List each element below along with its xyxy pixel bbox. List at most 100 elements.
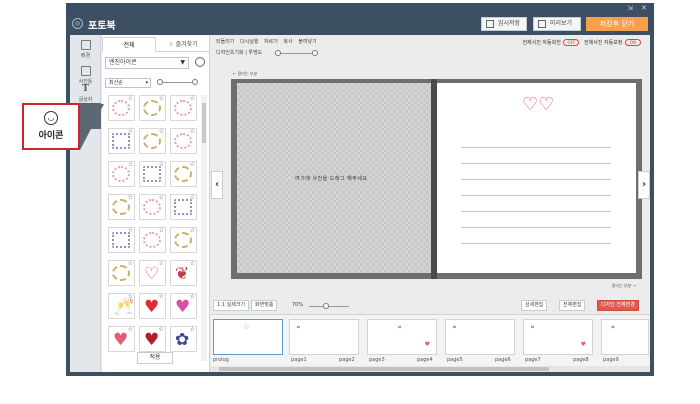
icon-cell[interactable]: ☆ [139, 227, 166, 253]
icon-cell[interactable]: ☆ 🥂 [108, 293, 135, 319]
apply-button[interactable]: 적용 [137, 352, 173, 364]
thumbnail-page9[interactable]: ⌗ [601, 319, 649, 355]
paste-button[interactable]: 붙여넣기 [298, 39, 316, 45]
icon-cell[interactable]: ☆ [108, 95, 135, 121]
heart-icon: ♥ [144, 297, 160, 317]
icon-cell[interactable]: ☆ [139, 194, 166, 220]
scroll-thumb[interactable] [219, 367, 549, 371]
icon-cell[interactable]: ☆ ♥ [108, 326, 135, 352]
icon-cell[interactable]: ☆ ♥ [139, 326, 166, 352]
star-icon[interactable]: ☆ [159, 260, 164, 267]
star-icon[interactable]: ☆ [128, 260, 133, 267]
save-close-button[interactable]: 저장후 닫기 [586, 17, 648, 31]
opacity-slider[interactable] [275, 50, 318, 56]
star-icon[interactable]: ☆ [159, 128, 164, 135]
redo-button[interactable]: 다시실행 [240, 39, 258, 45]
next-page-button[interactable]: › [638, 171, 650, 199]
icon-cell[interactable]: ☆ [108, 227, 135, 253]
icon-cell[interactable]: ☆ ♥ [139, 293, 166, 319]
icon-cell[interactable]: ☆ [139, 95, 166, 121]
icon-cell[interactable]: ☆ [170, 227, 197, 253]
star-icon[interactable]: ☆ [190, 128, 195, 135]
refresh-icon[interactable] [195, 57, 205, 67]
icon-cell[interactable]: ☆ ❦ [170, 260, 197, 286]
thumbnail-size-slider[interactable] [157, 79, 198, 85]
undo-button[interactable]: 되돌리기 [216, 39, 234, 45]
preview-button[interactable]: 미리보기 [533, 17, 581, 31]
fit-screen-button[interactable]: 화면맞춤 [251, 300, 278, 311]
zoom-slider[interactable] [309, 303, 349, 309]
icon-cell[interactable]: ☆ [108, 128, 135, 154]
tab-all[interactable]: 전체 [102, 37, 156, 52]
thumbnail-page1-2[interactable]: ⌗ [289, 319, 359, 355]
star-icon[interactable]: ☆ [190, 161, 195, 168]
floral-frame-icon [174, 133, 192, 149]
auto-correct-toggle[interactable]: ON [625, 39, 641, 46]
icon-cell[interactable]: ☆ [139, 128, 166, 154]
copy-button[interactable]: 복사 [283, 39, 292, 45]
auto-rotate-toggle[interactable]: OFF [563, 39, 580, 46]
star-icon[interactable]: ☆ [190, 227, 195, 234]
actual-size-button[interactable]: 1:1 실제크기 [213, 300, 250, 311]
rail-item-background[interactable]: 배경 [70, 37, 101, 63]
tab-favorites-label: 즐겨찾기 [175, 41, 198, 48]
panel-scrollbar[interactable] [201, 95, 207, 361]
star-icon[interactable]: ☆ [159, 95, 164, 102]
slider-knob[interactable] [275, 50, 281, 56]
star-icon[interactable]: ☆ [190, 95, 195, 102]
left-page[interactable]: 여기에 사진을 드래그 해주세요 [237, 83, 431, 273]
temp-save-button[interactable]: 임시저장 [481, 17, 527, 31]
thumbnail-scrollbar[interactable] [211, 366, 650, 372]
star-icon[interactable]: ☆ [128, 326, 133, 333]
floral-frame-icon [143, 232, 161, 248]
zoom-level: 70% [292, 302, 304, 308]
slider-knob[interactable] [323, 303, 329, 309]
right-page[interactable]: ♡♡ [437, 83, 636, 273]
detail-edit-button[interactable]: 상세편집 [521, 300, 548, 311]
icon-cell[interactable]: ☆ [170, 194, 197, 220]
icon-cell[interactable]: ☆ [139, 161, 166, 187]
floral-frame-icon [143, 199, 161, 215]
all-edit-button[interactable]: 전체편집 [559, 300, 586, 311]
icon-cell[interactable]: ☆ [108, 161, 135, 187]
sort-value: 최신순 [109, 80, 123, 86]
icon-cell[interactable]: ☆ [170, 95, 197, 121]
floral-frame-icon [174, 232, 192, 248]
scroll-thumb[interactable] [202, 103, 206, 143]
thumbnail-prolog[interactable]: ♡ [213, 319, 283, 355]
cut-button[interactable]: 자르기 [264, 39, 278, 45]
title-bar: ◎ 포토북 임시저장 미리보기 저장후 닫기 [66, 13, 654, 35]
window-controls[interactable]: ⇲ ✕ [627, 4, 650, 12]
icon-cell[interactable]: ☆ ✿ [170, 326, 197, 352]
star-icon[interactable]: ☆ [190, 326, 195, 333]
thumbnail-page3-4[interactable]: ⌗ ♥ [367, 319, 437, 355]
star-icon[interactable]: ☆ [190, 293, 195, 300]
tab-favorites[interactable]: ☆ 즐겨찾기 [156, 37, 210, 52]
star-icon[interactable]: ☆ [159, 194, 164, 201]
star-icon[interactable]: ☆ [159, 227, 164, 234]
prev-page-button[interactable]: ‹ [211, 171, 223, 199]
star-icon[interactable]: ☆ [128, 95, 133, 102]
star-icon[interactable]: ☆ [190, 260, 195, 267]
slider-knob[interactable] [157, 79, 163, 85]
sort-select[interactable]: 최신순 ▾ [105, 78, 151, 88]
star-icon[interactable]: ☆ [159, 293, 164, 300]
heart-couple-icon[interactable]: ♡♡ [522, 95, 554, 115]
chevron-down-icon: ▾ [145, 80, 148, 86]
design-reset-button[interactable]: 디자인초기화 [216, 50, 244, 56]
thumbnail-page5-6[interactable]: ⌗ [445, 319, 515, 355]
thumbnail-page7-8[interactable]: ⌗ ♥ [523, 319, 593, 355]
icon-cell[interactable]: ☆ [108, 194, 135, 220]
icon-cell[interactable]: ☆ [170, 161, 197, 187]
icon-cell[interactable]: ☆ ♡ [139, 260, 166, 286]
chevron-left-icon: ‹ [214, 179, 220, 190]
icon-cell[interactable]: ☆ [170, 128, 197, 154]
category-select[interactable]: 엔진아이콘 ▼ [105, 57, 189, 69]
design-change-button[interactable]: 디자인 전체변경 [597, 300, 639, 311]
icon-cell[interactable]: ☆ [108, 260, 135, 286]
star-icon[interactable]: ☆ [128, 194, 133, 201]
star-icon[interactable]: ☆ [159, 326, 164, 333]
note-line [461, 227, 611, 228]
icon-cell[interactable]: ☆ ♥ [170, 293, 197, 319]
star-icon[interactable]: ☆ [128, 161, 133, 168]
